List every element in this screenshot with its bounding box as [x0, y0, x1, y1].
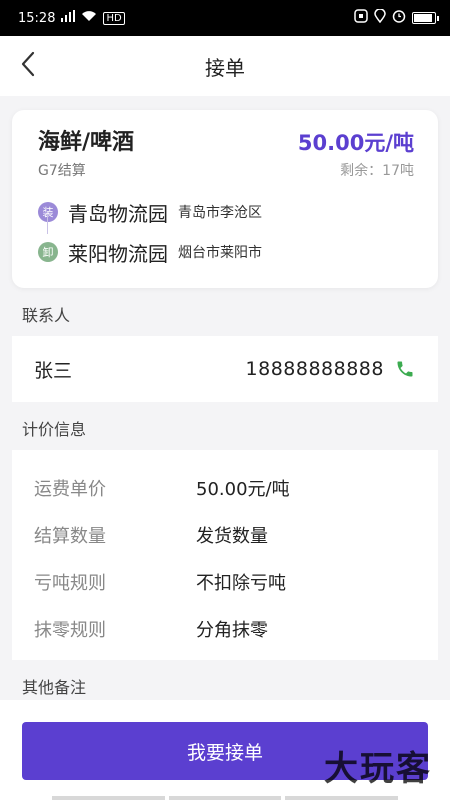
remaining-amount: 剩余：17吨: [340, 163, 414, 179]
bottom-action-bar: 我要接单 大玩客 www.189d.com: [0, 700, 450, 800]
pricing-row: 抹零规则 分角抹零: [12, 605, 438, 652]
route: 装 青岛物流园 青岛市李沧区 卸 莱阳物流园 烟台市莱阳市: [38, 192, 414, 272]
phone-icon[interactable]: [394, 358, 416, 380]
contact-section-label: 联系人: [22, 306, 71, 325]
status-time: 15:28: [18, 10, 56, 26]
signal-icon: [61, 10, 76, 26]
destination-city: 烟台市莱阳市: [178, 245, 262, 261]
page-title: 接单: [205, 55, 245, 80]
route-origin: 装 青岛物流园 青岛市李沧区: [38, 192, 414, 232]
status-left: 15:28 HD: [18, 10, 125, 26]
pricing-value: 发货数量: [196, 525, 268, 547]
contact-right: 18888888888: [246, 358, 416, 380]
price-info: 50.00元/吨 剩余：17吨: [298, 128, 414, 180]
goods-info: 海鲜/啤酒 G7结算: [38, 128, 134, 180]
hd-badge: HD: [103, 11, 125, 25]
pricing-value: 不扣除亏吨: [196, 572, 286, 594]
pricing-key: 运费单价: [34, 478, 106, 500]
settle-type: G7结算: [38, 163, 86, 179]
pricing-value: 分角抹零: [196, 619, 268, 641]
battery-icon: [412, 12, 439, 24]
nav-bar: 接单: [0, 36, 450, 96]
wifi-icon: [81, 10, 97, 26]
destination-name: 莱阳物流园: [68, 241, 168, 266]
status-bar: 15:28 HD: [0, 0, 450, 36]
home-indicator: [52, 796, 399, 800]
route-connector: [47, 214, 48, 234]
pricing-row: 亏吨规则 不扣除亏吨: [12, 558, 438, 605]
watermark-url: www.189d.com: [353, 785, 430, 796]
pricing-panel: 运费单价 50.00元/吨 结算数量 发货数量 亏吨规则 不扣除亏吨 抹零规则 …: [12, 450, 438, 660]
location-icon: [374, 8, 386, 27]
load-badge: 装: [38, 202, 58, 222]
watermark-logo: 大玩客: [324, 749, 432, 789]
pricing-key: 结算数量: [34, 525, 106, 547]
pricing-key: 抹零规则: [34, 619, 106, 641]
nfc-icon: [354, 9, 368, 27]
contact-row: 张三 18888888888: [12, 336, 438, 402]
goods-name: 海鲜/啤酒: [38, 130, 135, 155]
pricing-row: 结算数量 发货数量: [12, 511, 438, 558]
route-destination: 卸 莱阳物流园 烟台市莱阳市: [38, 232, 414, 272]
origin-name: 青岛物流园: [68, 201, 168, 226]
back-button[interactable]: [10, 48, 46, 84]
pricing-value: 50.00元/吨: [196, 478, 290, 500]
main-content: 海鲜/啤酒 G7结算 50.00元/吨 剩余：17吨 装 青岛物流园 青岛市李沧…: [0, 96, 450, 288]
contact-phone: 18888888888: [245, 358, 384, 380]
alarm-icon: [392, 9, 406, 27]
pricing-section-label: 计价信息: [22, 420, 87, 439]
chevron-left-icon: [20, 51, 36, 81]
status-right: [354, 8, 439, 27]
pricing-key: 亏吨规则: [34, 572, 106, 594]
contact-panel: 张三 18888888888: [12, 336, 438, 402]
order-card-header: 海鲜/啤酒 G7结算 50.00元/吨 剩余：17吨: [38, 128, 414, 180]
pricing-row: 运费单价 50.00元/吨: [12, 464, 438, 511]
origin-city: 青岛市李沧区: [178, 205, 262, 221]
order-card: 海鲜/啤酒 G7结算 50.00元/吨 剩余：17吨 装 青岛物流园 青岛市李沧…: [12, 110, 438, 288]
contact-name: 张三: [34, 359, 73, 382]
unload-badge: 卸: [38, 242, 58, 262]
unit-price: 50.00元/吨: [297, 131, 414, 155]
